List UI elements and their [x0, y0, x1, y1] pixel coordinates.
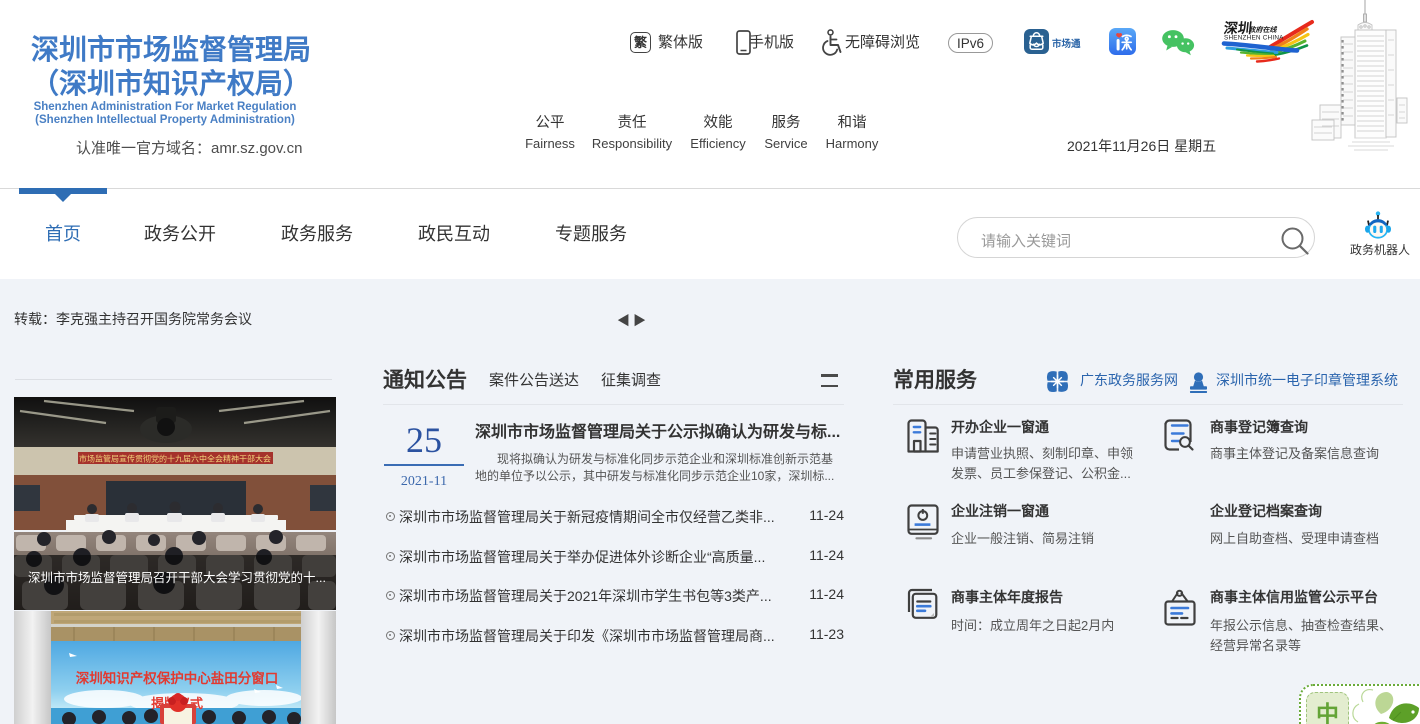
svg-text:政府在线: 政府在线 — [1248, 25, 1278, 34]
svg-text:深圳知识产权保护中心盐田分窗口: 深圳知识产权保护中心盐田分窗口 — [76, 670, 279, 686]
svg-text:SHENZHEN CHINA: SHENZHEN CHINA — [1224, 35, 1284, 42]
svg-text:市场监管局宣传贯彻党的十九届六中全会精神干部大会: 市场监管局宣传贯彻党的十九届六中全会精神干部大会 — [79, 454, 271, 464]
